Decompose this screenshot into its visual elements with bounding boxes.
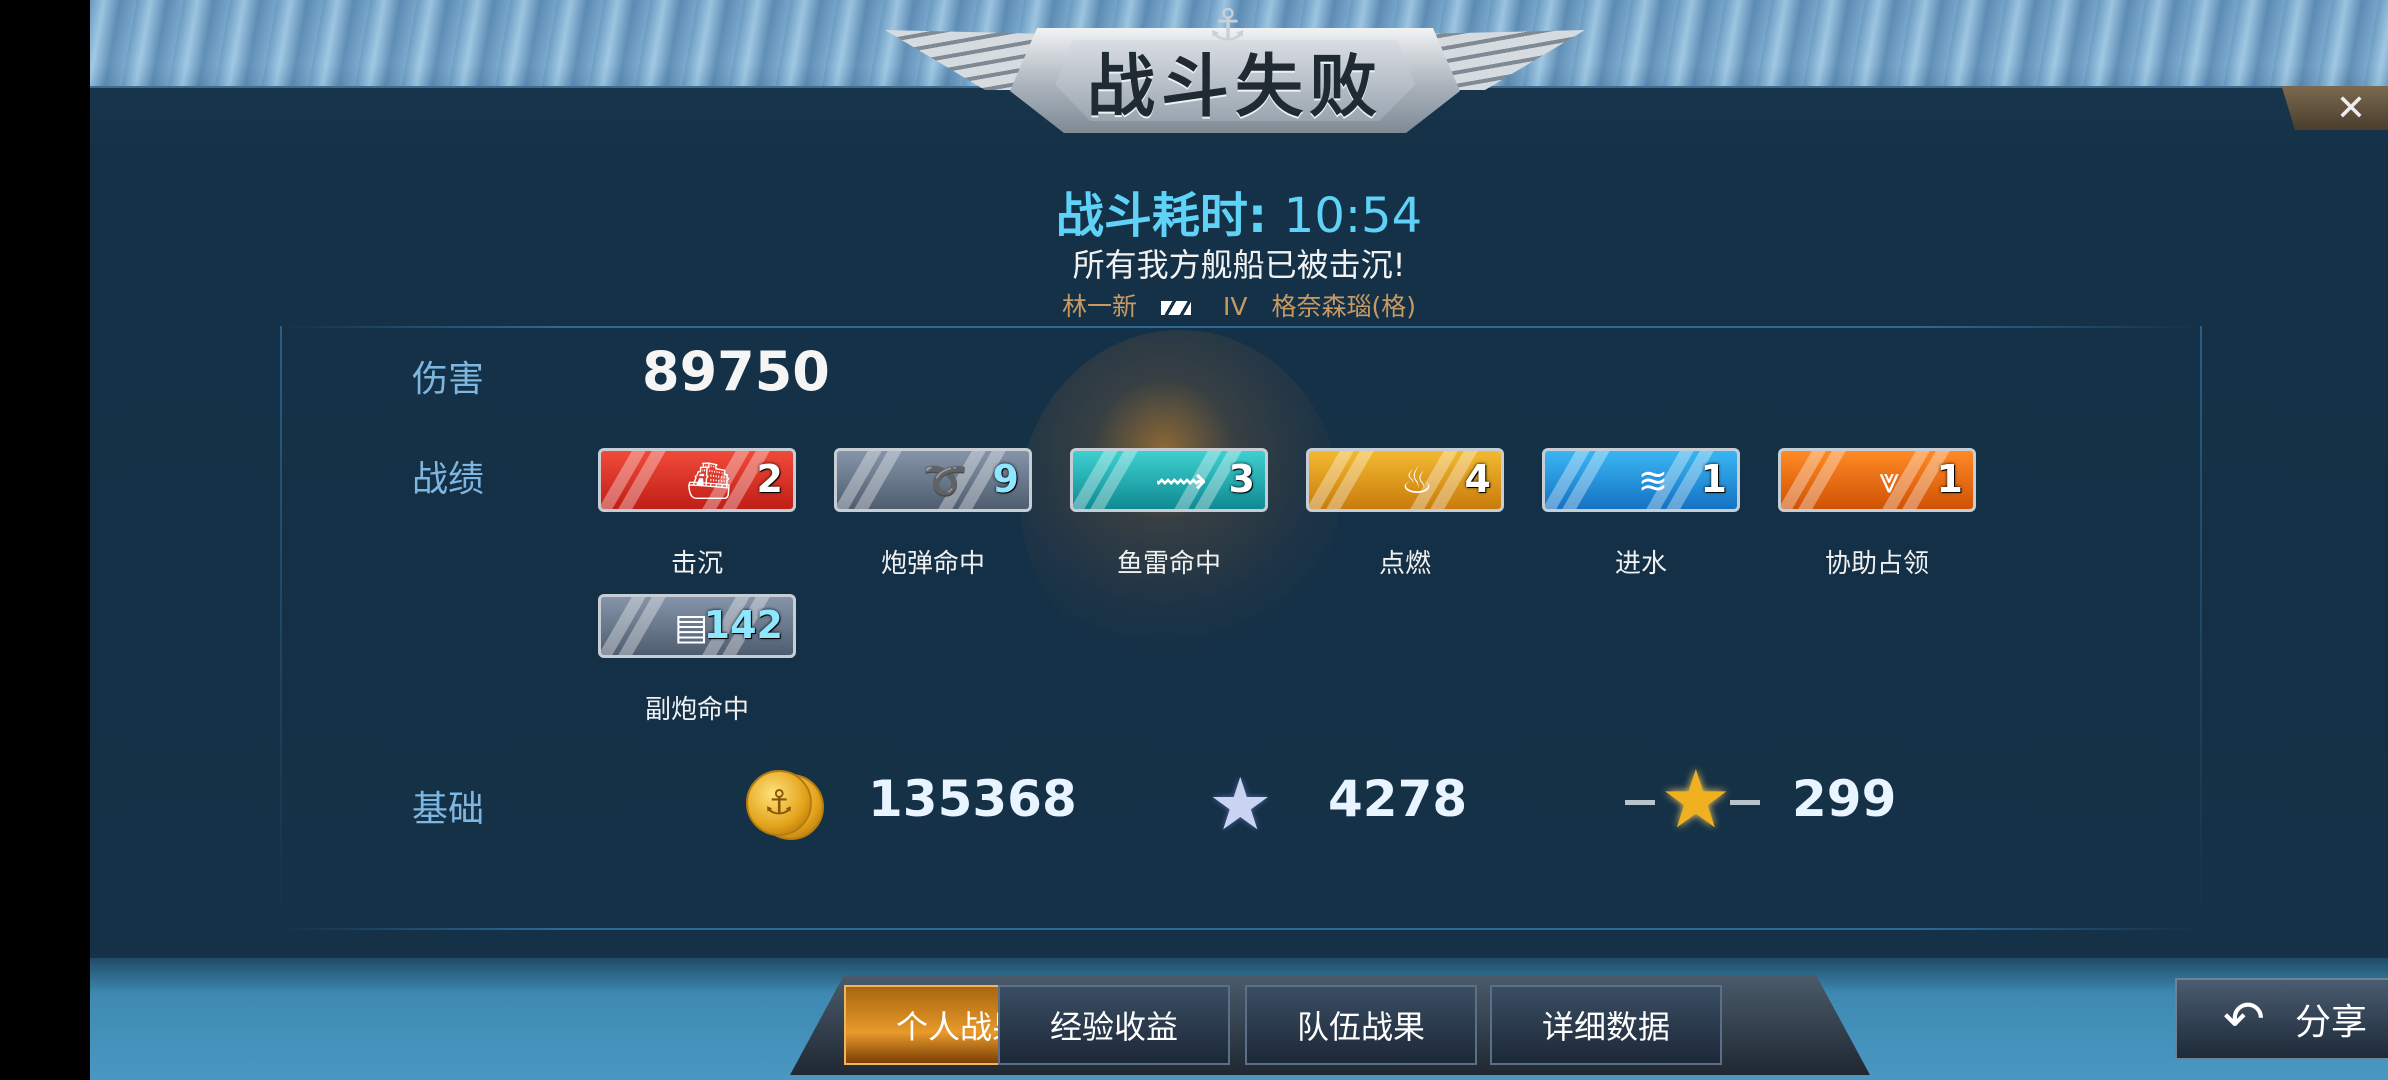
capture-assist-icon: ⩔ — [1878, 460, 1900, 501]
achievement-count: 1 — [1700, 457, 1727, 501]
share-button[interactable]: ↶ 分享 — [2175, 978, 2388, 1060]
torpedo-hit-icon: ⟿ — [1155, 460, 1207, 502]
anchor-icon: ⚓ — [1208, 0, 1248, 51]
battle-result-screen: 战斗失败 ⚓ ✕ 战斗耗时: 10:54 所有我方舰船已被击沉! 林一新 IV 格… — [90, 0, 2388, 1080]
achievement-label: 进水 — [1614, 549, 1667, 579]
experience-value: 4278 — [1328, 770, 1468, 828]
achievement-badge-shell-hits[interactable]: ➰ 9 — [834, 448, 1032, 512]
free-experience-value: 299 — [1792, 770, 1897, 828]
screen-left-edge — [0, 0, 90, 1080]
divider — [280, 326, 2198, 328]
achievement-count: 3 — [1228, 457, 1255, 501]
experience-star-icon: ★ — [1208, 762, 1273, 846]
player-name: 林一新 — [1062, 292, 1138, 321]
result-message: 所有我方舰船已被击沉! — [1072, 246, 1406, 284]
panel-frame-right — [2200, 326, 2202, 926]
achievement-label: 击沉 — [670, 549, 723, 579]
achievement-badge-secondary-hits[interactable]: ▤ 142 — [598, 594, 796, 658]
achievement-count: 9 — [992, 457, 1019, 501]
shell-hit-icon: ➰ — [922, 461, 968, 502]
damage-label: 伤害 — [412, 359, 485, 400]
tab-team-results[interactable]: 队伍战果 — [1245, 985, 1477, 1065]
ship-tier: IV — [1222, 292, 1248, 321]
achievement-count: 1 — [1936, 457, 1963, 501]
base-label: 基础 — [412, 789, 485, 830]
damage-value: 89750 — [642, 340, 830, 403]
achievement-badge-capture-assist[interactable]: ⩔ 1 — [1778, 448, 1976, 512]
achievement-label: 鱼雷命中 — [1116, 549, 1221, 579]
battle-duration: 战斗耗时: 10:54 — [90, 176, 2388, 246]
close-icon: ✕ — [2335, 87, 2366, 129]
divider — [280, 928, 2198, 930]
achievement-label: 协助占领 — [1824, 549, 1929, 579]
achievement-badge-torpedo-hits[interactable]: ⟿ 3 — [1070, 448, 1268, 512]
achievement-badge-sunk[interactable]: ⛴ 2 — [598, 448, 796, 512]
player-info: 林一新 IV 格奈森瑙(格) — [90, 287, 2388, 323]
sunk-ship-icon: ⛴ — [686, 461, 732, 502]
panel-frame-left — [280, 326, 282, 926]
achievement-label: 副炮命中 — [644, 695, 749, 725]
achievement-label: 点燃 — [1378, 549, 1431, 579]
rank-icon — [1161, 301, 1192, 315]
flooding-icon: ≋ — [1637, 460, 1669, 502]
achievement-badge-fire[interactable]: ♨ 4 — [1306, 448, 1504, 512]
achievement-count: 2 — [756, 457, 783, 501]
achievement-count: 142 — [703, 603, 783, 647]
share-arrow-icon: ↶ — [2223, 990, 2265, 1048]
credits-coin-icon: ⚓ — [746, 770, 824, 840]
achievement-badge-flooding[interactable]: ≋ 1 — [1542, 448, 1740, 512]
battle-duration-label: 战斗耗时: — [1055, 188, 1284, 244]
achievement-label: 炮弹命中 — [880, 549, 985, 579]
fire-icon: ♨ — [1400, 460, 1434, 502]
free-experience-star-icon: ★ — [1660, 753, 1732, 846]
battle-duration-value: 10:54 — [1283, 188, 1423, 244]
achievements-label: 战绩 — [412, 459, 485, 500]
tab-experience-gains[interactable]: 经验收益 — [998, 985, 1230, 1065]
ship-name: 格奈森瑙(格) — [1271, 292, 1416, 321]
share-label: 分享 — [2294, 1002, 2367, 1043]
title-emblem: 战斗失败 ⚓ — [885, 0, 1585, 180]
credits-value: 135368 — [868, 770, 1077, 828]
tab-detailed-data[interactable]: 详细数据 — [1490, 985, 1722, 1065]
achievement-count: 4 — [1464, 457, 1491, 501]
